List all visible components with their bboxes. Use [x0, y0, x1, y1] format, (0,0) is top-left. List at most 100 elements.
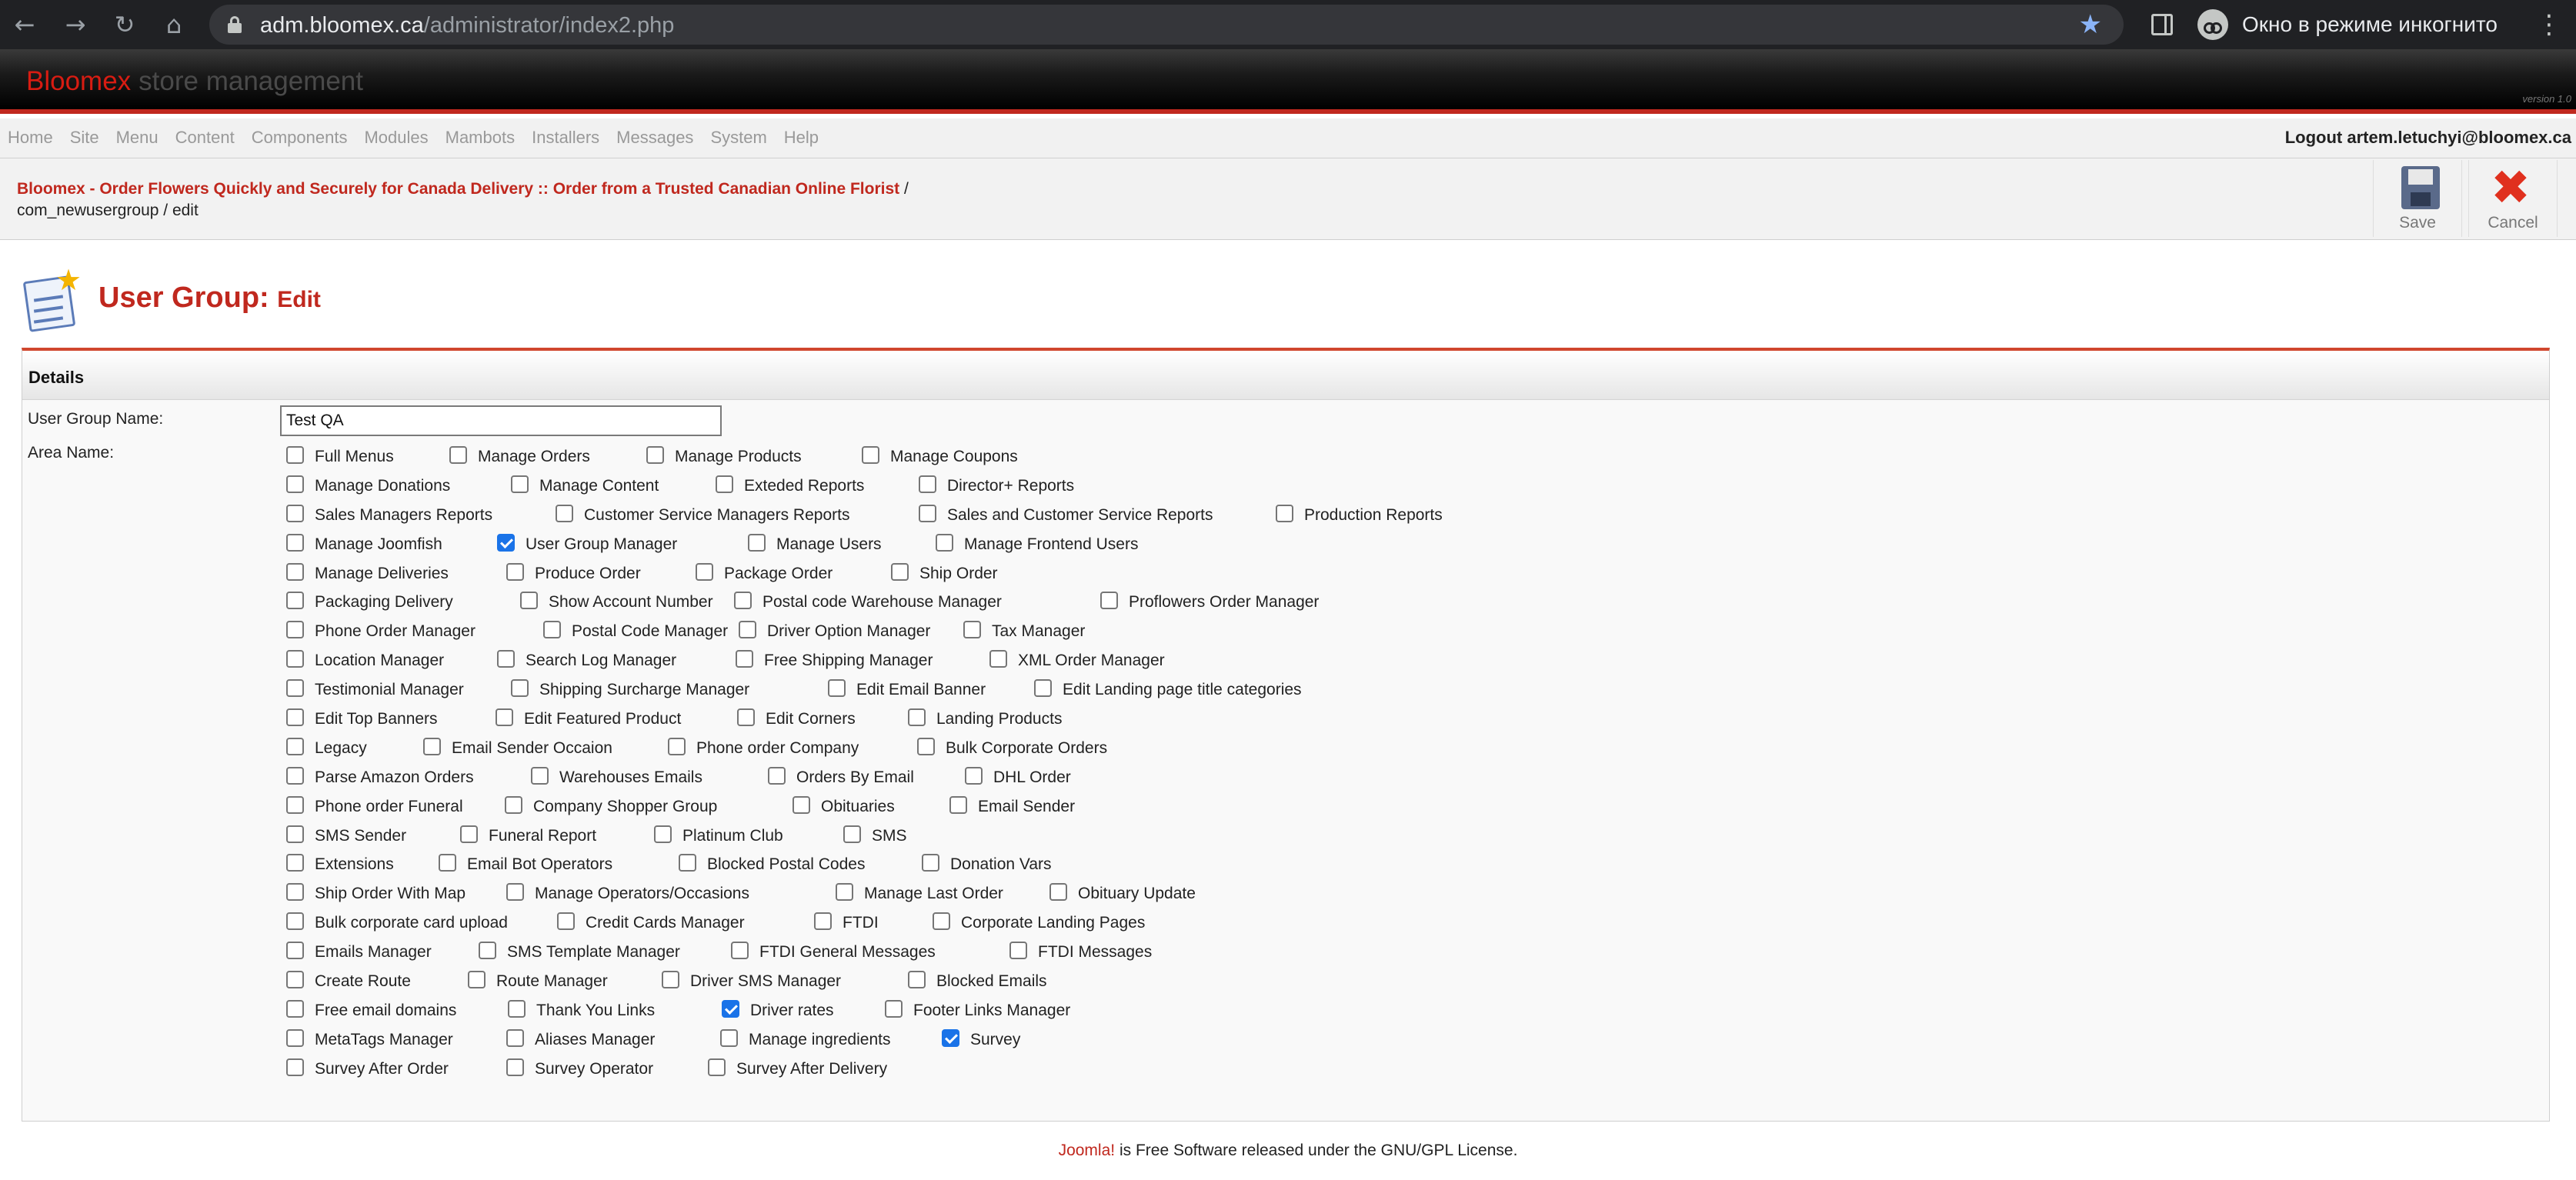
- area-email-sender-option[interactable]: Email Sender: [949, 795, 1075, 815]
- area-sms-sender-checkbox[interactable]: [286, 825, 304, 843]
- area-manage-donations-option[interactable]: Manage Donations: [286, 475, 450, 495]
- area-donation-vars-option[interactable]: Donation Vars: [922, 854, 1052, 873]
- area-free-shipping-manager-option[interactable]: Free Shipping Manager: [736, 650, 933, 669]
- area-manage-joomfish-option[interactable]: Manage Joomfish: [286, 533, 442, 553]
- area-tax-manager-option[interactable]: Tax Manager: [963, 621, 1085, 640]
- group-name-input[interactable]: [280, 405, 722, 436]
- area-metatags-manager-checkbox[interactable]: [286, 1028, 304, 1047]
- area-production-reports-option[interactable]: Production Reports: [1276, 504, 1443, 524]
- area-edit-featured-product-checkbox[interactable]: [496, 708, 513, 727]
- area-xml-order-manager-option[interactable]: XML Order Manager: [989, 650, 1165, 669]
- area-edit-email-banner-checkbox[interactable]: [828, 679, 846, 698]
- area-landing-products-option[interactable]: Landing Products: [908, 708, 1062, 728]
- area-free-email-domains-checkbox[interactable]: [286, 999, 304, 1018]
- area-full-menus-option[interactable]: Full Menus: [286, 446, 394, 465]
- area-bulk-corporate-card-upload-option[interactable]: Bulk corporate card upload: [286, 912, 508, 932]
- area-edit-corners-checkbox[interactable]: [737, 708, 755, 727]
- area-driver-rates-checkbox[interactable]: [722, 999, 739, 1018]
- area-manage-orders-option[interactable]: Manage Orders: [449, 446, 590, 465]
- area-testimonial-manager-option[interactable]: Testimonial Manager: [286, 679, 464, 698]
- bookmark-star-icon[interactable]: ★: [2079, 9, 2102, 40]
- reload-icon[interactable]: ↻: [108, 8, 142, 42]
- area-survey-operator-option[interactable]: Survey Operator: [506, 1058, 653, 1078]
- menu-item-components[interactable]: Components: [252, 128, 348, 147]
- area-email-sender-occaion-checkbox[interactable]: [423, 737, 441, 755]
- menu-item-content[interactable]: Content: [175, 128, 235, 147]
- area-production-reports-checkbox[interactable]: [1276, 504, 1293, 522]
- menu-item-home[interactable]: Home: [8, 128, 53, 147]
- area-driver-rates-option[interactable]: Driver rates: [722, 999, 834, 1019]
- area-sales-managers-reports-option[interactable]: Sales Managers Reports: [286, 504, 492, 524]
- area-xml-order-manager-checkbox[interactable]: [989, 650, 1007, 668]
- menu-kebab-icon[interactable]: ⋮: [2536, 8, 2562, 42]
- area-full-menus-checkbox[interactable]: [286, 446, 304, 464]
- area-sms-checkbox[interactable]: [843, 825, 861, 843]
- area-sales-managers-reports-checkbox[interactable]: [286, 504, 304, 522]
- area-manage-coupons-option[interactable]: Manage Coupons: [862, 446, 1018, 465]
- area-email-sender-occaion-option[interactable]: Email Sender Occaion: [423, 737, 612, 757]
- area-thank-you-links-option[interactable]: Thank You Links: [508, 999, 655, 1019]
- area-manage-operators-occasions-option[interactable]: Manage Operators/Occasions: [506, 883, 749, 902]
- area-route-manager-option[interactable]: Route Manager: [468, 971, 608, 990]
- area-credit-cards-manager-checkbox[interactable]: [557, 912, 575, 931]
- area-proflowers-order-manager-checkbox[interactable]: [1100, 592, 1118, 610]
- area-ftdi-general-messages-option[interactable]: FTDI General Messages: [731, 942, 936, 961]
- area-customer-service-managers-reports-checkbox[interactable]: [556, 504, 573, 522]
- area-manage-orders-checkbox[interactable]: [449, 446, 467, 464]
- area-phone-order-company-option[interactable]: Phone order Company: [668, 737, 859, 757]
- area-extensions-option[interactable]: Extensions: [286, 854, 394, 873]
- area-manage-last-order-option[interactable]: Manage Last Order: [836, 883, 1003, 902]
- area-manage-frontend-users-option[interactable]: Manage Frontend Users: [936, 533, 1138, 553]
- menu-item-site[interactable]: Site: [70, 128, 99, 147]
- area-ftdi-option[interactable]: FTDI: [814, 912, 879, 932]
- area-orders-by-email-option[interactable]: Orders By Email: [768, 766, 914, 786]
- area-tax-manager-checkbox[interactable]: [963, 621, 981, 639]
- area-manage-ingredients-checkbox[interactable]: [720, 1028, 738, 1047]
- area-landing-products-checkbox[interactable]: [908, 708, 926, 727]
- area-testimonial-manager-checkbox[interactable]: [286, 679, 304, 698]
- area-bulk-corporate-orders-option[interactable]: Bulk Corporate Orders: [917, 737, 1107, 757]
- menu-item-system[interactable]: System: [710, 128, 766, 147]
- area-ftdi-messages-checkbox[interactable]: [1009, 942, 1027, 960]
- area-ftdi-general-messages-checkbox[interactable]: [731, 942, 749, 960]
- area-phone-order-manager-option[interactable]: Phone Order Manager: [286, 621, 475, 640]
- area-free-email-domains-option[interactable]: Free email domains: [286, 999, 456, 1019]
- cancel-button[interactable]: ✖ Cancel: [2468, 160, 2558, 237]
- area-warehouses-emails-checkbox[interactable]: [531, 766, 549, 785]
- area-edit-landing-page-title-categories-checkbox[interactable]: [1034, 679, 1052, 698]
- area-director-reports-checkbox[interactable]: [919, 475, 936, 493]
- area-obituary-update-option[interactable]: Obituary Update: [1049, 883, 1196, 902]
- area-manage-donations-checkbox[interactable]: [286, 475, 304, 493]
- area-edit-corners-option[interactable]: Edit Corners: [737, 708, 856, 728]
- area-blocked-postal-codes-checkbox[interactable]: [679, 854, 696, 872]
- area-donation-vars-checkbox[interactable]: [922, 854, 939, 872]
- lock-icon[interactable]: [228, 16, 242, 33]
- area-ship-order-with-map-option[interactable]: Ship Order With Map: [286, 883, 465, 902]
- area-edit-email-banner-option[interactable]: Edit Email Banner: [828, 679, 986, 698]
- area-parse-amazon-orders-option[interactable]: Parse Amazon Orders: [286, 766, 474, 786]
- area-shipping-surcharge-manager-option[interactable]: Shipping Surcharge Manager: [511, 679, 749, 698]
- area-shipping-surcharge-manager-checkbox[interactable]: [511, 679, 529, 698]
- area-route-manager-checkbox[interactable]: [468, 971, 486, 989]
- logout-link[interactable]: Logout artem.letuchyi@bloomex.ca: [2285, 128, 2571, 148]
- area-manage-users-checkbox[interactable]: [748, 533, 766, 552]
- area-driver-sms-manager-checkbox[interactable]: [662, 971, 679, 989]
- area-email-bot-operators-option[interactable]: Email Bot Operators: [439, 854, 612, 873]
- menu-item-installers[interactable]: Installers: [532, 128, 599, 147]
- area-orders-by-email-checkbox[interactable]: [768, 766, 786, 785]
- area-email-sender-checkbox[interactable]: [949, 795, 967, 814]
- area-postal-code-manager-option[interactable]: Postal Code Manager: [543, 621, 728, 640]
- area-postal-code-manager-checkbox[interactable]: [543, 621, 561, 639]
- area-manage-operators-occasions-checkbox[interactable]: [506, 883, 524, 902]
- area-manage-joomfish-checkbox[interactable]: [286, 533, 304, 552]
- incognito-label[interactable]: Окно в режиме инкогнито: [2242, 12, 2498, 37]
- area-manage-ingredients-option[interactable]: Manage ingredients: [720, 1028, 890, 1048]
- area-aliases-manager-checkbox[interactable]: [506, 1028, 524, 1047]
- area-legacy-checkbox[interactable]: [286, 737, 304, 755]
- area-blocked-emails-option[interactable]: Blocked Emails: [908, 971, 1047, 990]
- area-dhl-order-option[interactable]: DHL Order: [965, 766, 1071, 786]
- area-emails-manager-checkbox[interactable]: [286, 942, 304, 960]
- area-survey-after-delivery-option[interactable]: Survey After Delivery: [708, 1058, 887, 1078]
- area-obituaries-checkbox[interactable]: [792, 795, 810, 814]
- area-aliases-manager-option[interactable]: Aliases Manager: [506, 1028, 655, 1048]
